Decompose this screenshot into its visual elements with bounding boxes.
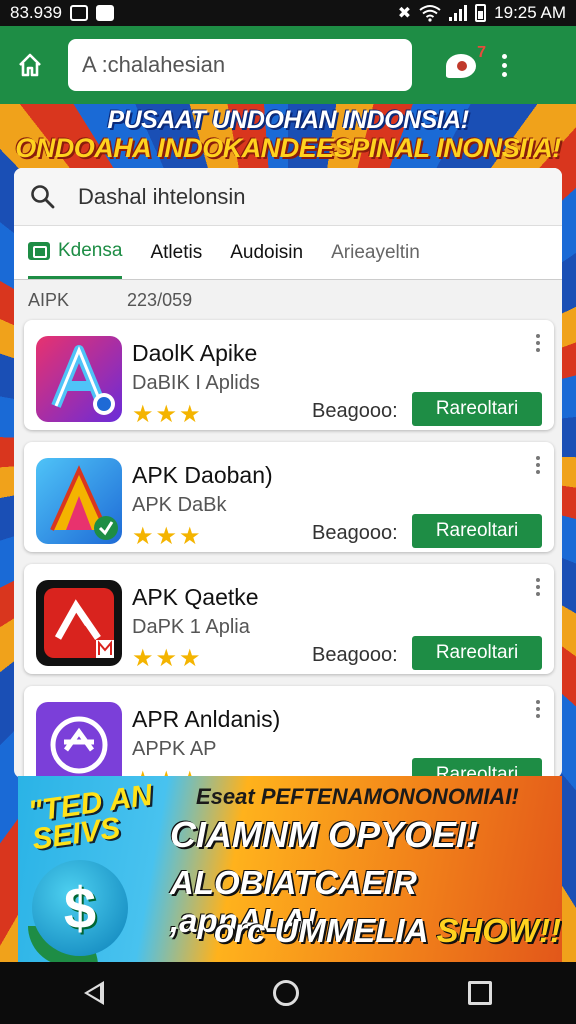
rating-stars: ★★★ [132, 523, 203, 550]
recents-icon[interactable] [467, 981, 492, 1005]
notification-count: 7 [477, 44, 486, 61]
address-text: A :chalahesian [82, 52, 226, 77]
item-menu-icon[interactable] [536, 456, 540, 474]
app-bar: A :chalahesian 7 [0, 26, 576, 104]
back-icon[interactable] [84, 981, 105, 1005]
status-bar: 83.939 ✖ 19:25 AM [0, 0, 576, 26]
app-meta: Beagooo: [312, 400, 398, 422]
install-button[interactable]: Rareoltari [412, 758, 542, 778]
install-button[interactable]: Rareoltari [412, 392, 542, 426]
tab-label: Atletis [150, 241, 203, 263]
promo-line-1: Eseat PEFTENAMONONOMIAI! [196, 784, 519, 809]
promo-badge: "TED AN SEIVS [26, 779, 158, 857]
app-name: APK Qaetke [132, 584, 259, 610]
apps-icon [28, 242, 50, 260]
promo-line-4b: SHOW!! [436, 912, 562, 949]
install-button[interactable]: Rareoltari [412, 636, 542, 670]
app-name: APK Daoban) [132, 462, 273, 488]
list-sub-header: AIPK 223/059 [14, 280, 562, 320]
sub-header-right: 223/059 [127, 289, 193, 310]
app-developer: DaBIK I Aplids [132, 372, 260, 394]
app-developer: APK DaBk [132, 494, 227, 516]
list-item[interactable]: APK Daoban) APK DaBk ★★★ Beagooo: Rareol… [24, 442, 554, 552]
sub-header-left: AIPK [28, 289, 70, 310]
rating-stars: ★★★ [132, 645, 203, 672]
apk-a-blue-icon [36, 458, 122, 544]
app-developer: APPK AP [132, 738, 217, 760]
dollar-sign: $ [63, 875, 97, 941]
list-item[interactable]: DaolK Apike DaBIK I Aplids ★★★ Beagooo: … [24, 320, 554, 430]
notification-button[interactable]: 7 [446, 44, 486, 80]
item-menu-icon[interactable] [536, 700, 540, 718]
home-button[interactable] [12, 47, 48, 83]
tab-arieayeltin[interactable]: Arieayeltin [331, 226, 420, 279]
install-button[interactable]: Rareoltari [412, 514, 542, 548]
tab-label: Kdensa [58, 240, 123, 261]
list-item[interactable]: APK Qaetke DaPK 1 Aplia ★★★ Beagooo: Rar… [24, 564, 554, 674]
item-menu-icon[interactable] [536, 334, 540, 352]
app-developer: DaPK 1 Aplia [132, 616, 250, 638]
search-icon [31, 184, 55, 208]
apk-red-icon [36, 580, 122, 666]
list-item[interactable]: APR Anldanis) APPK AP ★★★ Rareoltari [24, 686, 554, 778]
screenshot-icon [70, 5, 88, 21]
signal-icon [449, 5, 468, 21]
battery-icon [475, 4, 487, 22]
wifi-icon [419, 5, 441, 22]
tab-atletis[interactable]: Atletis [150, 226, 202, 279]
search-bar[interactable]: Dashal ihtelonsin [14, 168, 562, 226]
promo-banner[interactable]: "TED AN SEIVS Eseat PEFTENAMONONOMIAI! C… [18, 776, 562, 962]
tab-label: Audoisin [230, 241, 304, 263]
promo-line-4: orc UMMELIA SHOW!! [214, 912, 561, 950]
headline-line-1: PUSAAT UNDOHAN INDONSIA! [107, 106, 469, 134]
system-nav-bar [0, 962, 576, 1024]
notification-dot [457, 61, 467, 71]
headline: PUSAAT UNDOHAN INDONSIA! ONDOAHA INDOKAN… [0, 104, 576, 166]
item-menu-icon[interactable] [536, 578, 540, 596]
overflow-menu-icon[interactable] [502, 53, 507, 77]
app-name: APR Anldanis) [132, 706, 281, 732]
home-circle-icon[interactable] [272, 980, 299, 1006]
status-left-text: 83.939 [10, 3, 62, 22]
tab-audoisin[interactable]: Audoisin [230, 226, 303, 279]
headline-line-2: ONDOAHA INDOKANDEESPINAL INONSIIA! [15, 133, 561, 163]
search-query: Dashal ihtelonsin [78, 183, 246, 209]
promo-line-4a: orc UMMELIA [214, 912, 437, 949]
mute-icon: ✖ [397, 5, 412, 22]
category-tabs: Kdensa Atletis Audoisin Arieayeltin [14, 226, 562, 280]
app-meta: Beagooo: [312, 522, 398, 544]
tab-label: Arieayeltin [331, 241, 420, 263]
app-name: DaolK Apike [132, 340, 258, 366]
home-icon [19, 53, 41, 77]
dollar-coin-icon: $ [32, 860, 128, 956]
app-notification-icon [96, 5, 114, 21]
app-store-card: Dashal ihtelonsin Kdensa Atletis Audoisi… [14, 168, 562, 778]
app-meta: Beagooo: [312, 644, 398, 666]
status-time: 19:25 AM [494, 3, 566, 22]
tab-kdensa[interactable]: Kdensa [28, 226, 123, 279]
address-bar[interactable]: A :chalahesian [68, 39, 412, 91]
rating-stars: ★★★ [132, 401, 203, 428]
promo-line-2: CIAMNM OPYOEI! [170, 814, 479, 855]
apk-purple-circle-icon [36, 702, 122, 778]
apk-a-purple-icon [36, 336, 122, 422]
